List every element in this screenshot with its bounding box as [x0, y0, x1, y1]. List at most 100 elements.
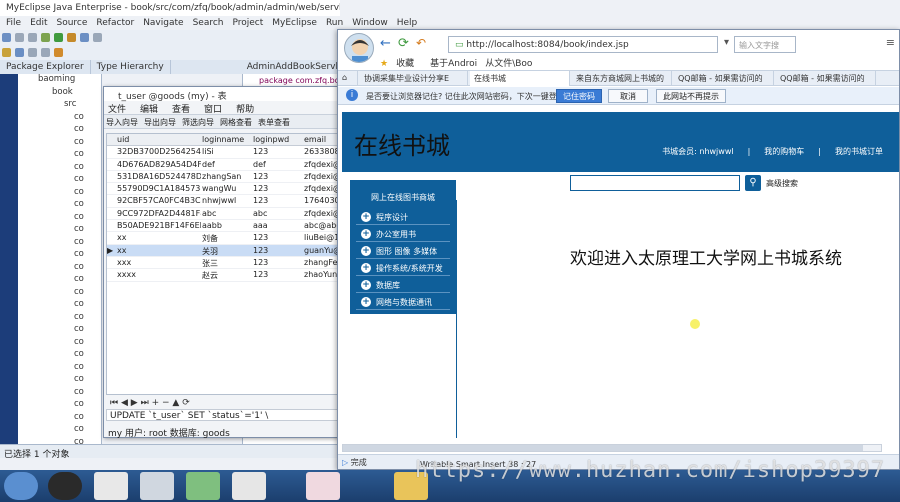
table-cell-loginpwd[interactable]: 123: [253, 196, 303, 205]
table-cell-email[interactable]: guanYu@1: [304, 246, 337, 255]
table-cell-email[interactable]: zhangFei@1: [304, 258, 337, 267]
tree-item[interactable]: co: [18, 124, 101, 137]
table-cell-loginname[interactable]: abc: [202, 209, 252, 218]
table-cell-uid[interactable]: 32DB3700D2564254982B: [117, 147, 201, 156]
menu-window[interactable]: Window: [352, 18, 388, 28]
delete-record-icon[interactable]: −: [162, 398, 170, 408]
table-row[interactable]: xxx张三123zhangFei@1: [107, 257, 337, 270]
category-item[interactable]: + 网络与数据通讯: [356, 295, 450, 310]
browser-tab[interactable]: 来自东方商城网上书城的: [572, 71, 672, 86]
app-icon[interactable]: [94, 472, 128, 500]
my-orders-link[interactable]: 我的书城订单: [835, 147, 883, 156]
browser-tab[interactable]: QQ邮箱 - 如果需访问的: [776, 71, 876, 86]
back-icon[interactable]: ←: [380, 36, 391, 51]
tab-type-hierarchy[interactable]: Type Hierarchy: [91, 60, 171, 74]
remember-password-button[interactable]: 记住密码: [556, 89, 602, 103]
tree-item[interactable]: co: [18, 112, 101, 125]
tree-item[interactable]: co: [18, 262, 101, 275]
menu-file[interactable]: File: [6, 18, 21, 28]
table-cell-email[interactable]: abc@abc.co: [304, 221, 337, 230]
next-record-icon[interactable]: ▶: [131, 398, 138, 408]
category-item[interactable]: + 程序设计: [356, 210, 450, 225]
column-header[interactable]: email: [304, 135, 337, 144]
menu-source[interactable]: Source: [57, 18, 88, 28]
tree-item[interactable]: co: [18, 374, 101, 387]
table-cell-email[interactable]: zfqdexi@oh: [304, 184, 337, 193]
table-cell-loginname[interactable]: zhangSan: [202, 172, 252, 181]
tree-item[interactable]: co: [18, 424, 101, 437]
form-view-button[interactable]: 表单查看: [258, 118, 290, 127]
browser-tab[interactable]: QQ邮箱 - 如果需访问的: [674, 71, 774, 86]
tree-item[interactable]: co: [18, 287, 101, 300]
menu-search[interactable]: Search: [193, 18, 224, 28]
tree-item[interactable]: co: [18, 149, 101, 162]
save-icon[interactable]: [15, 33, 24, 42]
menu-help[interactable]: Help: [397, 18, 418, 28]
table-cell-loginname[interactable]: def: [202, 160, 252, 169]
import-wizard-button[interactable]: 导入向导: [106, 118, 138, 127]
bookmark-favorites[interactable]: ★ 收藏: [380, 59, 422, 69]
horizontal-scrollbar[interactable]: [342, 444, 882, 452]
table-cell-loginname[interactable]: wangWu: [202, 184, 252, 193]
table-cell-loginpwd[interactable]: def: [253, 160, 303, 169]
address-bar[interactable]: ▭ http://localhost:8084/book/index.jsp: [448, 36, 718, 53]
tree-item[interactable]: co: [18, 187, 101, 200]
table-cell-email[interactable]: 263380808: [304, 147, 337, 156]
table-row[interactable]: 55790D9C1A1845738E5DwangWu123zfqdexi@oh: [107, 183, 337, 196]
table-cell-loginname[interactable]: 赵云: [202, 270, 252, 281]
tree-item[interactable]: co: [18, 312, 101, 325]
tree-item[interactable]: co: [18, 299, 101, 312]
first-record-icon[interactable]: ⏮: [110, 398, 118, 408]
tree-item[interactable]: baoming: [18, 74, 101, 87]
tree-item[interactable]: co: [18, 162, 101, 175]
category-item[interactable]: + 图形 图像 多媒体: [356, 244, 450, 259]
folder-icon[interactable]: [2, 48, 11, 57]
add-record-icon[interactable]: +: [152, 398, 160, 408]
table-row[interactable]: B50ADE921BF14F6EB533aabbaaaabc@abc.co: [107, 220, 337, 233]
class-icon[interactable]: [15, 48, 24, 57]
table-cell-uid[interactable]: 4D676AD829A54D4FAB15: [117, 160, 201, 169]
data-grid[interactable]: uid loginname loginpwd email 32DB3700D25…: [106, 133, 338, 395]
table-cell-loginname[interactable]: 关羽: [202, 246, 252, 257]
table-cell-uid[interactable]: 55790D9C1A1845738E5D: [117, 184, 201, 193]
reload-icon[interactable]: ⟳: [398, 36, 409, 51]
table-row[interactable]: xxxx赵云123zhaoYun@1: [107, 269, 337, 282]
table-row[interactable]: 32DB3700D2564254982BliSi123263380808: [107, 146, 337, 159]
tree-item[interactable]: co: [18, 324, 101, 337]
export-wizard-button[interactable]: 导出向导: [144, 118, 176, 127]
table-cell-email[interactable]: 176403087: [304, 196, 337, 205]
table-cell-uid[interactable]: xx: [117, 233, 201, 242]
menu-icon[interactable]: ≡: [886, 36, 895, 49]
menu-refactor[interactable]: Refactor: [96, 18, 134, 28]
debug-icon[interactable]: [41, 33, 50, 42]
menu-myeclipse[interactable]: MyEclipse: [272, 18, 317, 28]
tree-item[interactable]: co: [18, 337, 101, 350]
chevron-down-icon[interactable]: ▾: [724, 37, 729, 48]
menu-run[interactable]: Run: [326, 18, 343, 28]
menu-navigate[interactable]: Navigate: [143, 18, 183, 28]
table-cell-uid[interactable]: B50ADE921BF14F6EB533: [117, 221, 201, 230]
server-icon[interactable]: [67, 33, 76, 42]
never-prompt-button[interactable]: 此网站不再提示: [656, 89, 726, 103]
table-cell-loginpwd[interactable]: 123: [253, 233, 303, 242]
table-cell-loginname[interactable]: 刘备: [202, 233, 252, 244]
table-row[interactable]: 9CC972DFA2D4481F8984abcabczfqdexi@oh: [107, 208, 337, 221]
app-icon[interactable]: [186, 472, 220, 500]
table-row[interactable]: 531D8A16D524478D86F8zhangSan123zfqdexi@o…: [107, 171, 337, 184]
menu-project[interactable]: Project: [232, 18, 263, 28]
table-row[interactable]: 4D676AD829A54D4FAB15defdefzfqdexi@oh: [107, 159, 337, 171]
back-icon[interactable]: [28, 48, 37, 57]
table-cell-email[interactable]: zfqdexi@oh: [304, 160, 337, 169]
table-cell-loginpwd[interactable]: aaa: [253, 221, 303, 230]
table-cell-uid[interactable]: 9CC972DFA2D4481F8984: [117, 209, 201, 218]
bookmark-android[interactable]: 基于Androi: [430, 59, 477, 69]
column-header[interactable]: loginpwd: [253, 135, 303, 144]
last-record-icon[interactable]: ⏭: [141, 398, 149, 408]
new-icon[interactable]: [2, 33, 11, 42]
book-search-input[interactable]: [570, 175, 740, 191]
column-header[interactable]: uid: [117, 135, 201, 144]
table-cell-loginpwd[interactable]: 123: [253, 147, 303, 156]
home-icon[interactable]: ⌂: [338, 71, 358, 86]
table-cell-uid[interactable]: 92CBF57CA0FC4B3C8A71: [117, 196, 201, 205]
browser-tab[interactable]: 协调采集毕业设计分享E: [360, 71, 468, 86]
